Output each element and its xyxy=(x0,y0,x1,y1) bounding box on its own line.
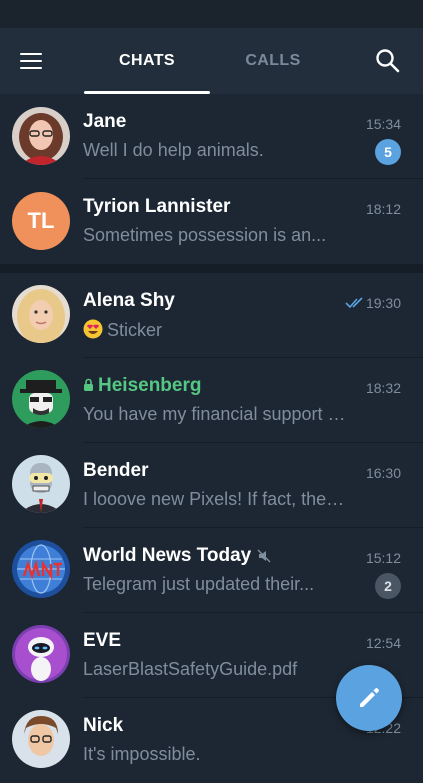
globe-avatar xyxy=(12,540,70,598)
unread-badge: 2 xyxy=(375,573,401,599)
chat-name: World News Today xyxy=(83,545,271,567)
chat-name: Alena Shy xyxy=(83,290,175,311)
chat-row-alena-shy[interactable]: Alena Shy 19:30 Sticker xyxy=(0,273,423,358)
chat-time: 12:54 xyxy=(365,635,401,651)
compose-button[interactable] xyxy=(336,665,402,731)
menu-icon-line xyxy=(20,67,42,69)
chat-time: 19:30 xyxy=(365,295,401,311)
chat-preview: Well I do help animals. xyxy=(83,140,264,160)
chat-name: Heisenberg xyxy=(83,375,201,397)
avatar xyxy=(12,540,70,598)
chat-name-text: World News Today xyxy=(83,545,252,566)
muted-speaker-icon xyxy=(257,549,271,563)
photo-avatar-jane xyxy=(12,107,70,165)
top-app-bar: CHATS CALLS xyxy=(0,28,423,94)
read-checkmarks-icon xyxy=(345,297,363,309)
avatar xyxy=(12,107,70,165)
lock-icon xyxy=(84,378,93,391)
avatar xyxy=(12,625,70,683)
chat-row-bender[interactable]: Bender 16:30 I looove new Pixels! If fac… xyxy=(0,443,423,528)
chat-row-heisenberg[interactable]: Heisenberg 18:32 You have my financial s… xyxy=(0,358,423,443)
pinned-section-divider xyxy=(0,264,423,273)
chat-preview: Sometimes possession is an... xyxy=(83,225,327,245)
tab-chats[interactable]: CHATS xyxy=(84,28,210,94)
chat-time: 18:32 xyxy=(365,380,401,396)
avatar xyxy=(12,370,70,428)
status-bar xyxy=(0,0,423,28)
chat-preview: I looove new Pixels! If fact, they... xyxy=(83,489,348,509)
unread-badge: 5 xyxy=(375,139,401,165)
avatar: TL xyxy=(12,192,70,250)
chat-name: Tyrion Lannister xyxy=(83,196,231,217)
avatar xyxy=(12,285,70,343)
chat-time: 15:34 xyxy=(365,116,401,132)
menu-button[interactable] xyxy=(18,50,46,72)
chat-name: Nick xyxy=(83,715,124,736)
heisenberg-avatar xyxy=(12,370,70,428)
menu-icon xyxy=(20,53,42,55)
chat-preview: Telegram just updated their... xyxy=(83,574,315,594)
chat-name: EVE xyxy=(83,630,122,651)
chat-name: Jane xyxy=(83,111,127,132)
chat-name-text: Heisenberg xyxy=(98,375,202,396)
search-button[interactable] xyxy=(375,48,401,74)
chat-preview: You have my financial support if... xyxy=(83,404,348,424)
chat-preview: LaserBlastSafetyGuide.pdf xyxy=(83,659,298,679)
chat-time: 15:12 xyxy=(365,550,401,566)
pencil-icon xyxy=(360,688,379,707)
avatar xyxy=(12,455,70,513)
chat-row-jane[interactable]: Jane 15:34 Well I do help animals. 5 xyxy=(0,94,423,179)
chat-row-tyrion-lannister[interactable]: TL Tyrion Lannister 18:12 Sometimes poss… xyxy=(0,179,423,264)
bender-avatar xyxy=(12,455,70,513)
search-icon xyxy=(376,49,400,73)
chat-name: Bender xyxy=(83,460,149,481)
chat-preview: It's impossible. xyxy=(83,744,201,764)
nick-avatar xyxy=(12,710,70,768)
photo-avatar-alena xyxy=(12,285,70,343)
chat-time: 16:30 xyxy=(365,465,401,481)
chat-preview: Sticker xyxy=(83,319,348,341)
avatar xyxy=(12,710,70,768)
eve-avatar xyxy=(12,625,70,683)
heart-eyes-emoji-icon xyxy=(83,319,103,339)
chat-preview-text: Sticker xyxy=(107,320,163,340)
chat-time: 18:12 xyxy=(365,201,401,217)
menu-icon-line xyxy=(20,60,42,62)
chat-row-world-news-today[interactable]: World News Today 15:12 Telegram just upd… xyxy=(0,528,423,613)
tab-calls[interactable]: CALLS xyxy=(210,28,336,94)
